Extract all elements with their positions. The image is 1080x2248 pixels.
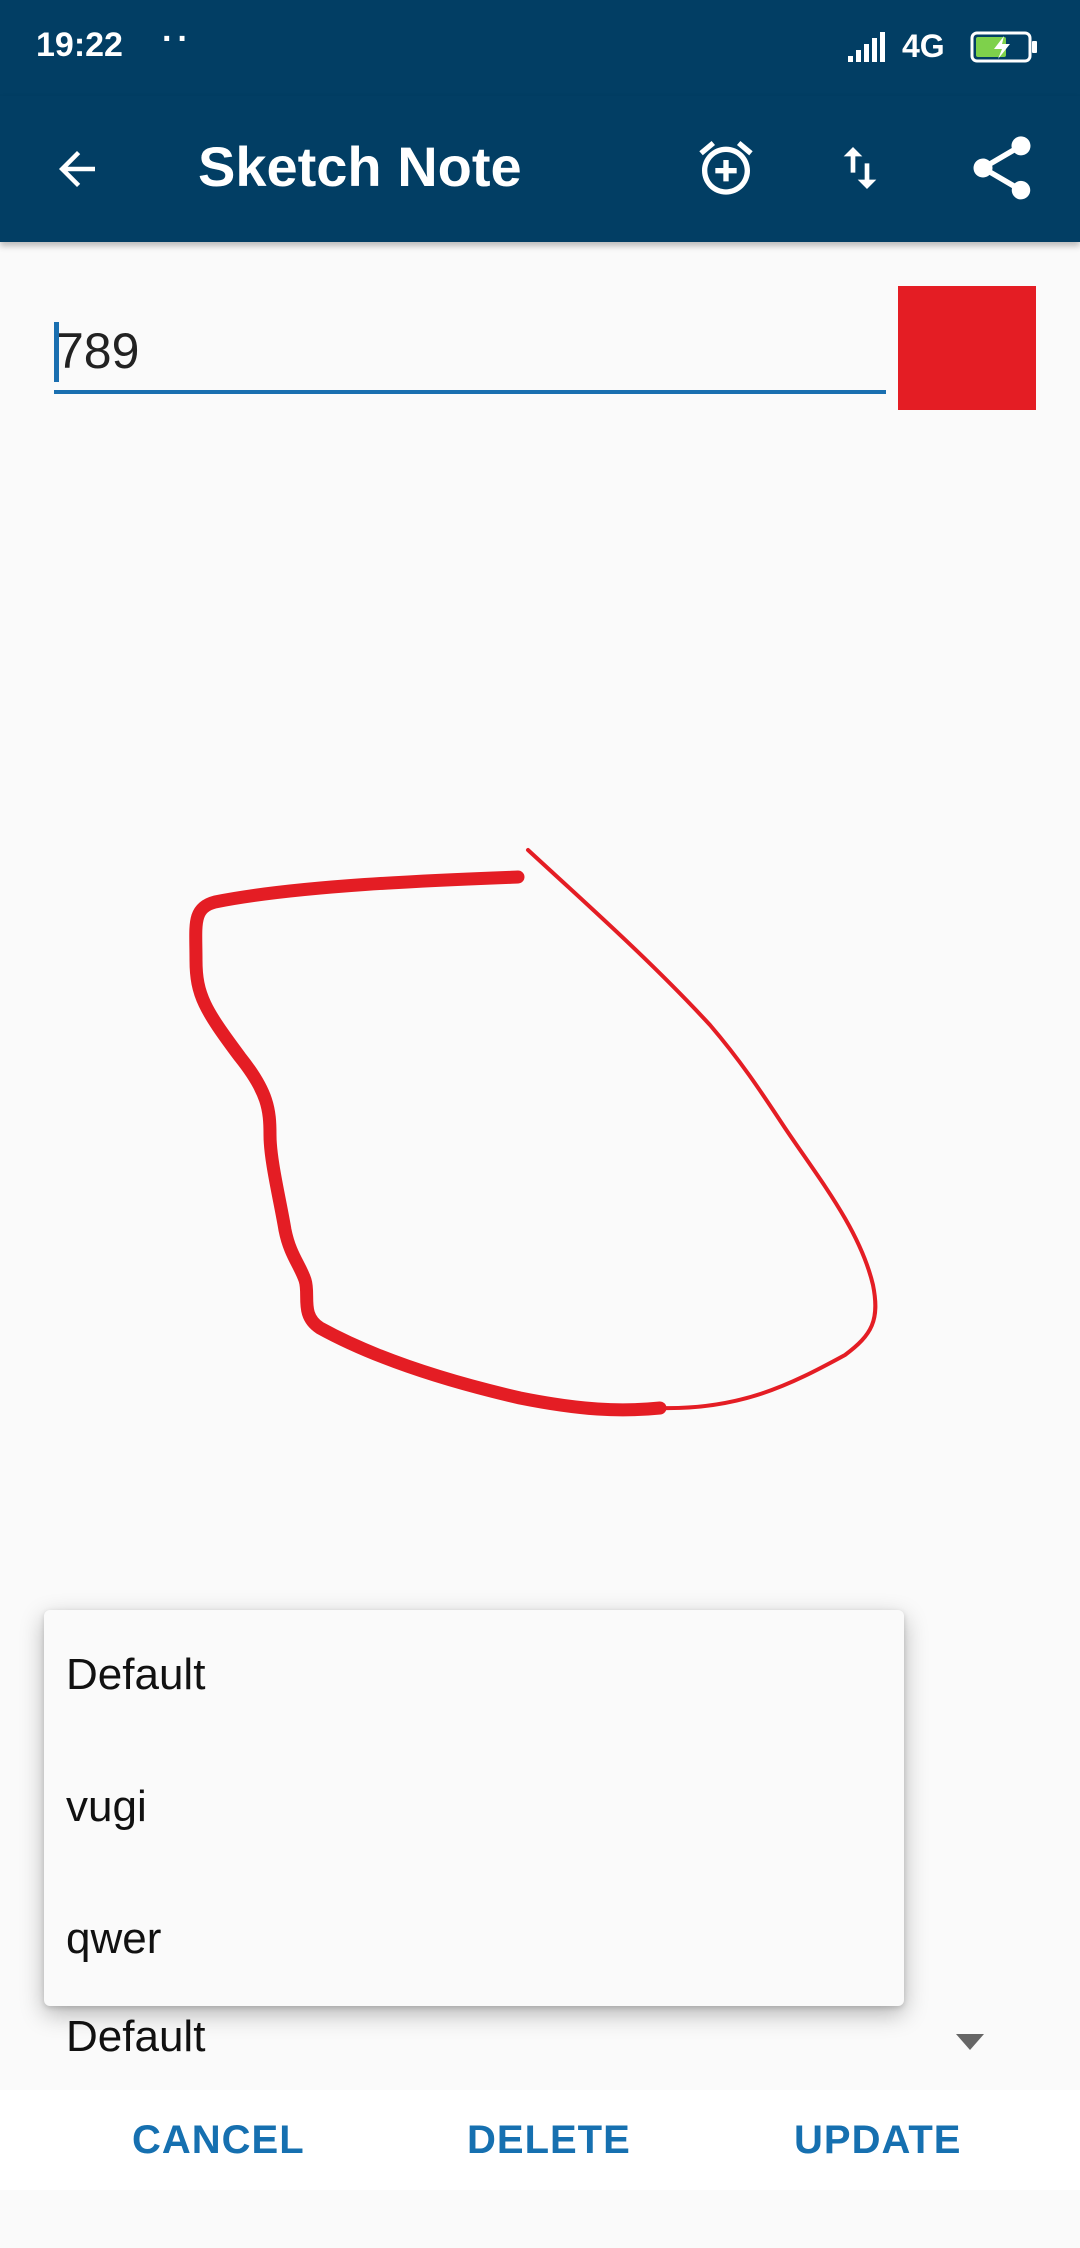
note-title-input[interactable]: 789 [54, 312, 886, 394]
alarm-add-icon[interactable] [694, 136, 758, 200]
dropdown-option-vugi[interactable]: vugi [66, 1782, 147, 1832]
status-bar: 19:22 ·· 4G [0, 0, 1080, 96]
category-selected-value: Default [66, 2012, 206, 2061]
category-spinner[interactable]: Default [0, 2000, 1080, 2090]
signal-icon [848, 32, 885, 62]
dropdown-option-qwer[interactable]: qwer [66, 1914, 161, 1964]
battery-icon [970, 31, 1037, 63]
notification-dots: ·· [162, 20, 193, 58]
status-time: 19:22 [36, 26, 123, 64]
dropdown-option-default[interactable]: Default [66, 1650, 205, 1700]
category-dropdown-menu: Default vugi qwer [44, 1610, 904, 2006]
share-icon[interactable] [964, 130, 1040, 206]
cancel-button[interactable]: CANCEL [132, 2118, 305, 2163]
page-title: Sketch Note [198, 135, 522, 198]
note-title-value: 789 [56, 323, 140, 379]
dropdown-arrow-icon [956, 2034, 984, 2050]
sketch-stroke-thick [189, 870, 667, 1417]
sort-icon[interactable] [832, 140, 888, 196]
sketch-canvas[interactable] [0, 420, 1080, 1580]
text-cursor [54, 322, 59, 382]
app-toolbar: Sketch Note [0, 96, 1080, 242]
sketch-stroke-thin [526, 848, 878, 1411]
update-button[interactable]: UPDATE [794, 2118, 961, 2163]
network-type: 4G [902, 28, 945, 64]
pen-color-swatch[interactable] [898, 286, 1036, 410]
action-bar: CANCEL DELETE UPDATE [0, 2090, 1080, 2190]
back-arrow-icon[interactable] [50, 142, 104, 196]
delete-button[interactable]: DELETE [467, 2118, 631, 2163]
